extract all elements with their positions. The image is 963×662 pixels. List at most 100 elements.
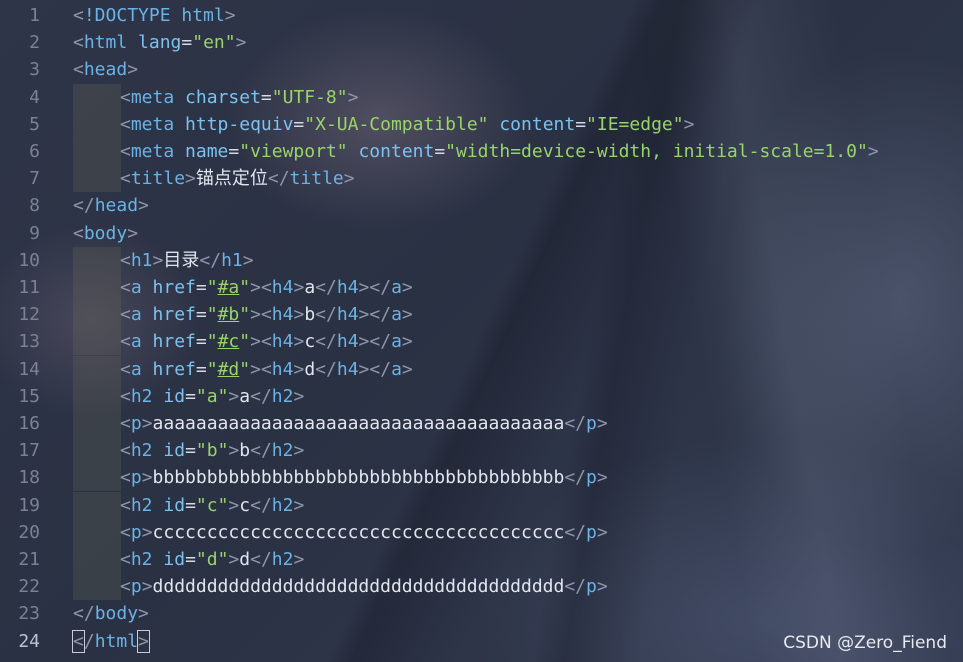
token-eq: =: [575, 113, 587, 135]
code-text[interactable]: </head>: [73, 192, 149, 219]
code-editor[interactable]: 1 <!DOCTYPE html> 2 <html lang="en"> 3 <head>…: [0, 0, 963, 662]
code-line[interactable]: 5 <meta http-equiv="X-UA-Compatible" cont…: [0, 110, 963, 138]
code-line[interactable]: 4 <meta charset="UTF-8">: [0, 83, 963, 111]
code-line[interactable]: 13 <a href="#c"><h4>c</h4></a>: [0, 328, 963, 356]
code-text[interactable]: <p>aaaaaaaaaaaaaaaaaaaaaaaaaaaaaaaaaaaaa…: [120, 410, 608, 437]
token-str: "width=device-width, initial-scale=1.0": [445, 141, 868, 162]
token-bracket: >: [596, 413, 608, 434]
token-str: ": [206, 304, 218, 326]
code-line[interactable]: 3 <head>: [0, 56, 963, 83]
indent-guide: [73, 110, 121, 138]
code-text[interactable]: <h1>目录</h1>: [120, 247, 254, 274]
code-text[interactable]: <h2 id="b">b</h2>: [120, 437, 304, 464]
code-text[interactable]: </body>: [73, 600, 149, 627]
code-text[interactable]: <p>ccccccccccccccccccccccccccccccccccccc…: [120, 519, 608, 546]
code-text[interactable]: <body>: [73, 220, 138, 247]
line-number: 12: [18, 304, 40, 326]
code-text[interactable]: <meta name="viewport" content="width=dev…: [120, 138, 879, 165]
line-number: 4: [29, 86, 40, 108]
code-text[interactable]: <p>bbbbbbbbbbbbbbbbbbbbbbbbbbbbbbbbbbbbb…: [120, 464, 608, 491]
token-text: d: [239, 549, 251, 570]
code-line[interactable]: 18 <p>bbbbbbbbbbbbbbbbbbbbbbbbbbbbbbbbbbb…: [0, 464, 963, 492]
token-link: #a: [217, 277, 240, 298]
code-line[interactable]: 10 <h1>目录</h1>: [0, 246, 963, 274]
watermark: CSDN @Zero_Fiend: [783, 633, 947, 653]
indent-guide: [73, 382, 121, 410]
token-bracket: >: [358, 358, 370, 380]
code-line[interactable]: 23 </body>: [0, 600, 963, 627]
token-tag: h2: [130, 385, 153, 407]
code-line[interactable]: 7 <title>锚点定位</title>: [0, 165, 963, 193]
code-line[interactable]: 12 <a href="#b"><h4>b</h4></a>: [0, 301, 963, 329]
code-text[interactable]: <a href="#d"><h4>d</h4></a>: [120, 356, 413, 383]
line-number: 18: [18, 467, 40, 489]
token-bracket: >: [250, 304, 261, 326]
code-text[interactable]: <head>: [73, 56, 138, 83]
indent-guide: [73, 138, 121, 165]
code-line[interactable]: 19 <h2 id="c">c</h2>: [0, 491, 963, 519]
code-line[interactable]: 21 <h2 id="d">d</h2>: [0, 546, 963, 573]
code-text[interactable]: </html>: [72, 628, 150, 655]
code-text[interactable]: <p>ddddddddddddddddddddddddddddddddddddd…: [120, 573, 608, 600]
token-bracket: >: [867, 141, 879, 162]
token-bracket: <: [120, 249, 131, 271]
token-tag: a: [130, 358, 142, 380]
token-bracket: </: [199, 249, 222, 271]
token-tag: p: [586, 413, 597, 434]
code-text[interactable]: <a href="#b"><h4>b</h4></a>: [120, 301, 413, 328]
token-tag: p: [130, 576, 142, 598]
token-tag: body: [94, 603, 139, 625]
code-line[interactable]: 1 <!DOCTYPE html>: [0, 2, 963, 29]
token-tag: p: [586, 467, 597, 489]
token-bracket: >: [141, 521, 153, 543]
indent-guide: [73, 355, 121, 383]
token-attr: href: [152, 331, 196, 353]
token-bracket: >: [401, 331, 413, 353]
indent-guide: [73, 546, 121, 573]
token-bracket: >: [152, 249, 164, 271]
code-text[interactable]: <html lang="en">: [73, 29, 246, 56]
code-line[interactable]: 11 <a href="#a"><h4>a</h4></a>: [0, 274, 963, 301]
code-line[interactable]: 2 <html lang="en">: [0, 29, 963, 56]
line-number: 16: [18, 413, 40, 434]
token-bracket: <: [120, 141, 131, 162]
line-number: 3: [29, 59, 40, 81]
code-text[interactable]: <a href="#c"><h4>c</h4></a>: [120, 328, 413, 355]
code-line[interactable]: 15 <h2 id="a">a</h2>: [0, 382, 963, 410]
code-text[interactable]: <meta http-equiv="X-UA-Compatible" conte…: [120, 111, 694, 138]
code-text[interactable]: <h2 id="a">a</h2>: [120, 383, 304, 410]
token-tag: h1: [221, 249, 243, 271]
token-tag: h2: [130, 440, 153, 462]
code-line[interactable]: 22 <p>ddddddddddddddddddddddddddddddddddd…: [0, 573, 963, 601]
token-bracket: <: [120, 576, 131, 598]
token-tag: h2: [130, 494, 153, 516]
token-str: "IE=edge": [586, 113, 684, 135]
token-bracket: <: [260, 304, 272, 326]
token-bracket: <: [73, 59, 84, 81]
token-eq: =: [195, 304, 207, 326]
code-text[interactable]: <!DOCTYPE html>: [73, 2, 236, 29]
code-text[interactable]: <h2 id="c">c</h2>: [120, 492, 304, 519]
code-line[interactable]: 20 <p>ccccccccccccccccccccccccccccccccccc…: [0, 518, 963, 546]
code-line[interactable]: 8 </head>: [0, 192, 963, 219]
code-line[interactable]: 16 <p>aaaaaaaaaaaaaaaaaaaaaaaaaaaaaaaaaaa…: [0, 410, 963, 437]
token-bracket: >: [293, 385, 305, 407]
token-bracket: <: [120, 521, 131, 543]
token-text: b: [304, 304, 316, 326]
code-text[interactable]: <h2 id="d">d</h2>: [120, 546, 304, 573]
code-text[interactable]: <meta charset="UTF-8">: [120, 84, 358, 111]
code-line[interactable]: 6 <meta name="viewport" content="width=de…: [0, 138, 963, 165]
code-line[interactable]: 17 <h2 id="b">b</h2>: [0, 437, 963, 465]
code-text[interactable]: <a href="#a"><h4>a</h4></a>: [120, 274, 413, 301]
token-matched-bracket: <: [72, 629, 85, 653]
code-line[interactable]: 14 <a href="#d"><h4>d</h4></a>: [0, 355, 963, 383]
code-text[interactable]: <title>锚点定位</title>: [120, 165, 355, 192]
code-line[interactable]: 9 <body>: [0, 220, 963, 247]
token-str: ": [206, 331, 218, 353]
token-bracket: >: [141, 576, 153, 598]
token-bracket: <: [120, 277, 131, 298]
